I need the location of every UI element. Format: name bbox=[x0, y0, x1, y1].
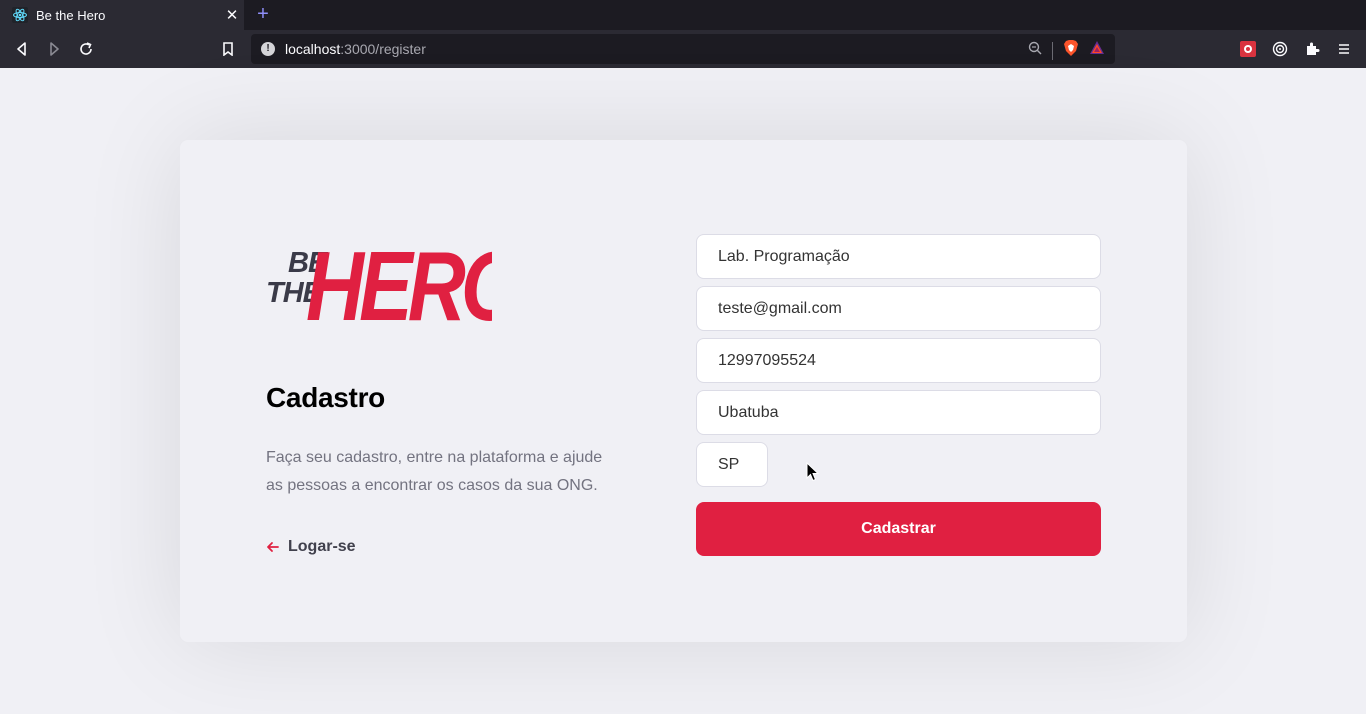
register-button[interactable]: Cadastrar bbox=[696, 502, 1101, 556]
react-icon bbox=[12, 7, 28, 23]
url-bar[interactable]: ! localhost :3000/register bbox=[251, 34, 1115, 64]
menu-icon[interactable] bbox=[1332, 37, 1356, 61]
city-input[interactable] bbox=[696, 390, 1101, 435]
forward-icon[interactable] bbox=[42, 37, 66, 61]
register-intro: BE THE HERO Cadastro Faça seu cadastro, … bbox=[266, 226, 616, 556]
email-input[interactable] bbox=[696, 286, 1101, 331]
browser-nav-bar: ! localhost :3000/register bbox=[0, 30, 1366, 68]
uf-input[interactable] bbox=[696, 442, 768, 487]
browser-tab[interactable]: Be the Hero ✕ bbox=[0, 0, 244, 30]
tracking-icon[interactable] bbox=[1268, 37, 1292, 61]
register-card: BE THE HERO Cadastro Faça seu cadastro, … bbox=[180, 140, 1187, 642]
url-divider bbox=[1052, 41, 1053, 60]
page-title: Cadastro bbox=[266, 382, 385, 413]
whatsapp-input[interactable] bbox=[696, 338, 1101, 383]
login-link-label: Logar-se bbox=[288, 538, 356, 555]
toolbar-extensions bbox=[1236, 37, 1356, 61]
zoom-icon[interactable] bbox=[1028, 41, 1042, 60]
reload-icon[interactable] bbox=[74, 37, 98, 61]
brave-shield-icon[interactable] bbox=[1063, 39, 1079, 62]
brave-rewards-icon[interactable] bbox=[1089, 40, 1105, 61]
close-tab-icon[interactable]: ✕ bbox=[220, 6, 244, 24]
ngo-name-input[interactable] bbox=[696, 234, 1101, 279]
be-the-hero-logo: BE THE HERO bbox=[266, 231, 492, 324]
uf-row bbox=[696, 442, 1101, 487]
back-icon[interactable] bbox=[10, 37, 34, 61]
browser-tab-bar: Be the Hero ✕ + bbox=[0, 0, 1366, 30]
page-description: Faça seu cadastro, entre na plataforma e… bbox=[266, 449, 603, 494]
url-path: :3000/register bbox=[340, 41, 426, 57]
puzzle-icon[interactable] bbox=[1300, 37, 1324, 61]
bookmark-icon[interactable] bbox=[216, 37, 240, 61]
login-link[interactable]: Logar-se bbox=[266, 538, 616, 556]
arrow-left-icon bbox=[266, 540, 280, 554]
mouse-cursor-icon bbox=[806, 462, 820, 482]
info-icon[interactable]: ! bbox=[261, 42, 275, 56]
url-host: localhost bbox=[285, 41, 341, 57]
tab-title: Be the Hero bbox=[36, 7, 106, 23]
logo-hero-text: HERO bbox=[306, 231, 492, 324]
extension-icon[interactable] bbox=[1236, 37, 1260, 61]
register-form: Cadastrar bbox=[696, 234, 1101, 556]
new-tab-button[interactable]: + bbox=[252, 4, 274, 26]
